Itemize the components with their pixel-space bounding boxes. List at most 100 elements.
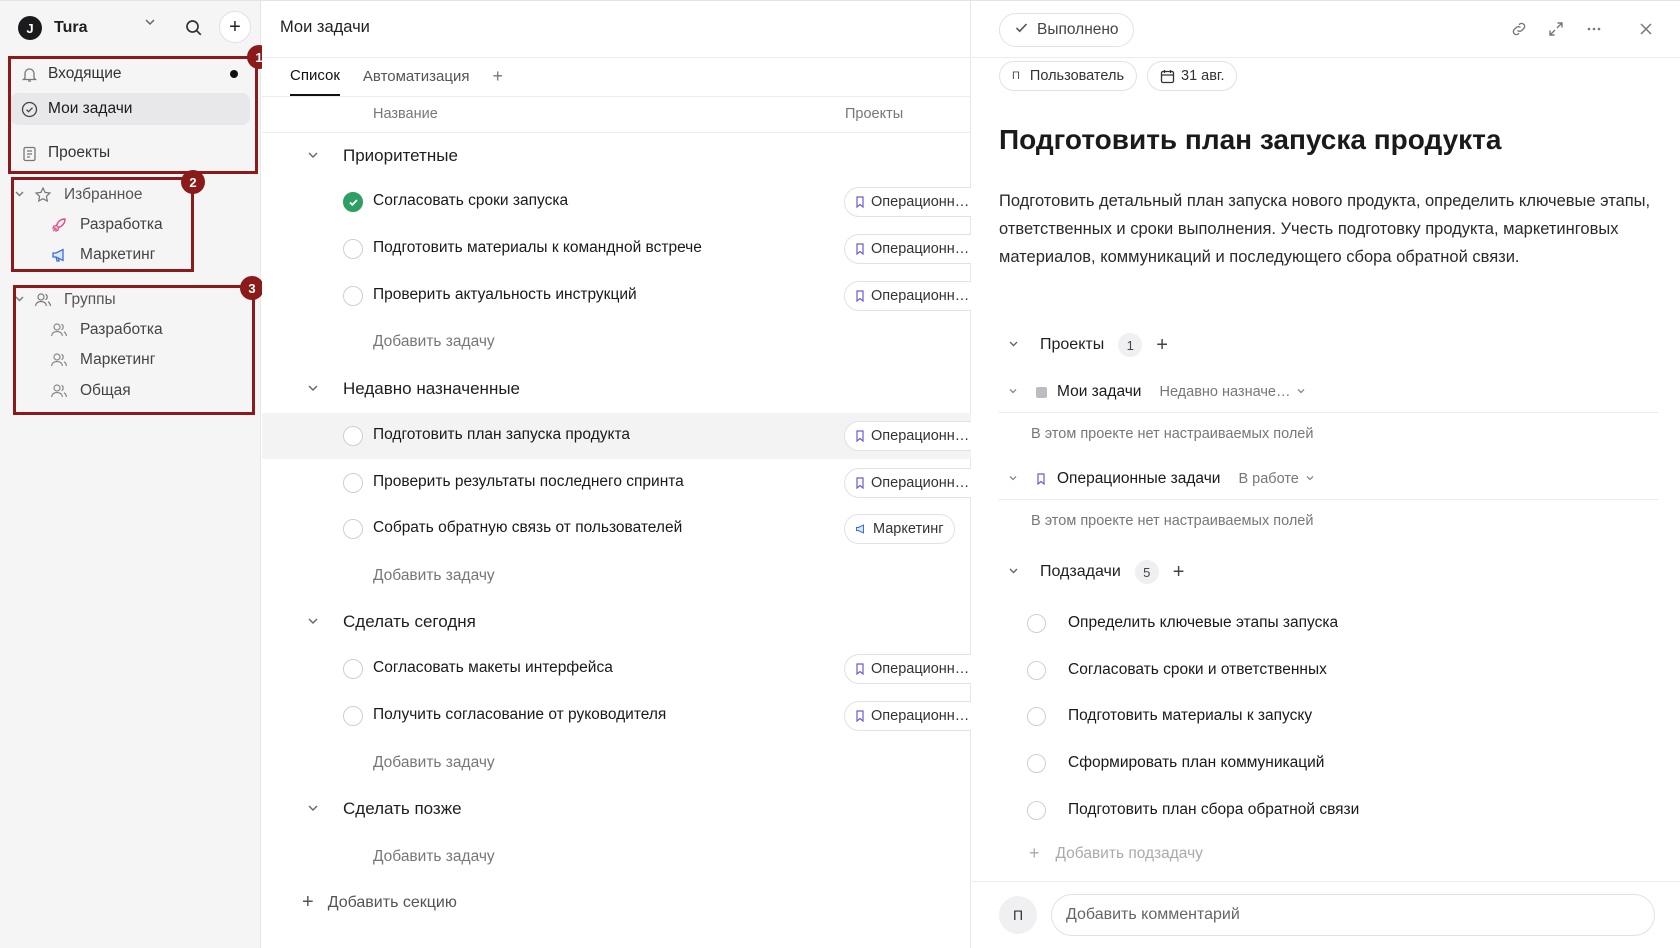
chevron-down-icon[interactable] xyxy=(1008,386,1020,399)
add-task-button[interactable]: Добавить задачу xyxy=(373,754,495,772)
project-chip[interactable]: Операционн… xyxy=(844,654,971,684)
sidebar-item-projects[interactable]: Проекты xyxy=(10,137,250,169)
chevron-down-icon[interactable] xyxy=(307,802,321,817)
subtask-title[interactable]: Согласовать сроки и ответственных xyxy=(1068,661,1327,679)
chevron-down-icon[interactable] xyxy=(143,15,157,33)
workspace-switcher[interactable]: J Tura xyxy=(18,13,155,43)
section-header-recent[interactable]: Недавно назначенные xyxy=(307,374,520,404)
favorites-header[interactable]: Избранное xyxy=(14,180,143,210)
checkbox[interactable] xyxy=(343,519,363,539)
add-subtask-button[interactable]: + Добавить подзадачу xyxy=(1029,843,1203,864)
checkbox[interactable] xyxy=(343,706,363,726)
chevron-down-icon[interactable] xyxy=(1305,473,1315,486)
checkbox[interactable] xyxy=(343,473,363,493)
subtask-title[interactable]: Определить ключевые этапы запуска xyxy=(1068,614,1338,632)
checkbox[interactable] xyxy=(343,426,363,446)
table-row[interactable]: Подготовить материалы к командной встреч… xyxy=(262,226,971,272)
column-projects[interactable]: Проекты xyxy=(845,106,903,122)
favorite-item-marketing[interactable]: Маркетинг xyxy=(50,240,155,270)
project-status[interactable]: В работе xyxy=(1238,471,1298,487)
section-header-priority[interactable]: Приоритетные xyxy=(307,141,458,171)
table-row-selected[interactable]: Подготовить план запуска продукта Операц… xyxy=(262,413,971,459)
task-title[interactable]: Согласовать макеты интерфейса xyxy=(373,659,613,677)
checkbox[interactable] xyxy=(343,659,363,679)
subtask-item[interactable]: Подготовить план сбора обратной связи xyxy=(1027,795,1359,825)
chevron-down-icon[interactable] xyxy=(307,615,321,630)
table-row[interactable]: Проверить результаты последнего спринта … xyxy=(262,460,971,506)
chevron-down-icon[interactable] xyxy=(1008,473,1020,486)
project-chip[interactable]: Операционн… xyxy=(844,234,971,264)
task-title[interactable]: Собрать обратную связь от пользователей xyxy=(373,519,682,537)
chevron-down-icon[interactable] xyxy=(1008,565,1020,579)
project-chip[interactable]: Маркетинг xyxy=(844,514,955,544)
mark-done-button[interactable]: Выполнено xyxy=(999,13,1134,47)
sidebar-item-my-tasks[interactable]: Мои задачи xyxy=(10,93,250,125)
project-chip[interactable]: Операционн… xyxy=(844,701,971,731)
subtasks-section-header[interactable]: Подзадачи 5 + xyxy=(1008,557,1184,587)
subtask-item[interactable]: Согласовать сроки и ответственных xyxy=(1027,655,1327,685)
subtask-title[interactable]: Подготовить материалы к запуску xyxy=(1068,707,1312,725)
subtask-item[interactable]: Сформировать план коммуникаций xyxy=(1027,748,1324,778)
task-title[interactable]: Проверить актуальность инструкций xyxy=(373,286,637,304)
checkbox[interactable] xyxy=(1027,613,1046,633)
chevron-down-icon[interactable] xyxy=(307,149,321,164)
add-task-button[interactable]: Добавить задачу xyxy=(373,567,495,585)
project-row-operational[interactable]: Операционные задачи В работе xyxy=(1008,465,1315,493)
checkmark-icon[interactable] xyxy=(343,192,363,212)
tab-list[interactable]: Список xyxy=(290,57,340,96)
subtask-title[interactable]: Подготовить план сбора обратной связи xyxy=(1068,801,1359,819)
subtask-item[interactable]: Определить ключевые этапы запуска xyxy=(1027,608,1338,638)
chevron-down-icon[interactable] xyxy=(307,382,321,397)
add-button[interactable]: + xyxy=(219,11,251,43)
checkbox[interactable] xyxy=(1027,706,1046,726)
column-name[interactable]: Название xyxy=(373,106,438,122)
link-icon[interactable] xyxy=(1508,18,1530,40)
task-title[interactable]: Проверить результаты последнего спринта xyxy=(373,473,684,491)
group-item-dev[interactable]: Разработка xyxy=(50,315,163,345)
chevron-down-icon[interactable] xyxy=(14,293,26,307)
comment-input[interactable] xyxy=(1051,894,1655,936)
add-section-button[interactable]: + Добавить секцию xyxy=(302,891,457,914)
checkbox[interactable] xyxy=(343,239,363,259)
section-header-later[interactable]: Сделать позже xyxy=(307,794,462,824)
group-item-marketing[interactable]: Маркетинг xyxy=(50,345,155,375)
project-chip[interactable]: Операционн… xyxy=(844,421,971,451)
project-chip[interactable]: Операционн… xyxy=(844,281,971,311)
project-chip[interactable]: Операционн… xyxy=(844,187,971,217)
table-row[interactable]: Согласовать макеты интерфейса Операционн… xyxy=(262,646,971,692)
chevron-down-icon[interactable] xyxy=(1008,338,1020,352)
task-title-heading[interactable]: Подготовить план запуска продукта xyxy=(999,124,1501,156)
task-title[interactable]: Подготовить материалы к командной встреч… xyxy=(373,239,702,257)
checkbox[interactable] xyxy=(1027,800,1046,820)
tab-automation[interactable]: Автоматизация xyxy=(363,57,470,96)
project-status[interactable]: Недавно назначе… xyxy=(1159,384,1290,400)
subtask-title[interactable]: Сформировать план коммуникаций xyxy=(1068,754,1324,772)
table-row[interactable]: Собрать обратную связь от пользователей … xyxy=(262,506,971,552)
add-tab-button[interactable]: + xyxy=(493,66,504,87)
table-row[interactable]: Получить согласование от руководителя Оп… xyxy=(262,693,971,739)
checkbox[interactable] xyxy=(1027,660,1046,680)
section-header-today[interactable]: Сделать сегодня xyxy=(307,607,476,637)
add-project-button[interactable]: + xyxy=(1156,334,1168,357)
task-title[interactable]: Согласовать сроки запуска xyxy=(373,192,568,210)
task-title[interactable]: Получить согласование от руководителя xyxy=(373,706,666,724)
chevron-down-icon[interactable] xyxy=(14,188,26,202)
subtask-item[interactable]: Подготовить материалы к запуску xyxy=(1027,701,1312,731)
checkbox[interactable] xyxy=(1027,753,1046,773)
due-date-chip[interactable]: 31 авг. xyxy=(1147,61,1238,91)
task-description[interactable]: Подготовить детальный план запуска новог… xyxy=(999,187,1659,271)
project-row-my-tasks[interactable]: Мои задачи Недавно назначе… xyxy=(1008,378,1306,406)
task-title[interactable]: Подготовить план запуска продукта xyxy=(373,426,630,444)
close-icon[interactable] xyxy=(1635,18,1657,40)
add-task-button[interactable]: Добавить задачу xyxy=(373,333,495,351)
expand-icon[interactable] xyxy=(1545,18,1567,40)
more-icon[interactable] xyxy=(1583,18,1605,40)
projects-section-header[interactable]: Проекты 1 + xyxy=(1008,330,1168,360)
add-task-button[interactable]: Добавить задачу xyxy=(373,848,495,866)
group-item-general[interactable]: Общая xyxy=(50,376,131,406)
add-subtask-plus-button[interactable]: + xyxy=(1173,561,1185,584)
search-icon[interactable] xyxy=(182,13,206,43)
table-row[interactable]: Проверить актуальность инструкций Операц… xyxy=(262,273,971,319)
sidebar-item-inbox[interactable]: Входящие xyxy=(10,58,250,90)
table-row[interactable]: Согласовать сроки запуска Операционн… xyxy=(262,179,971,225)
